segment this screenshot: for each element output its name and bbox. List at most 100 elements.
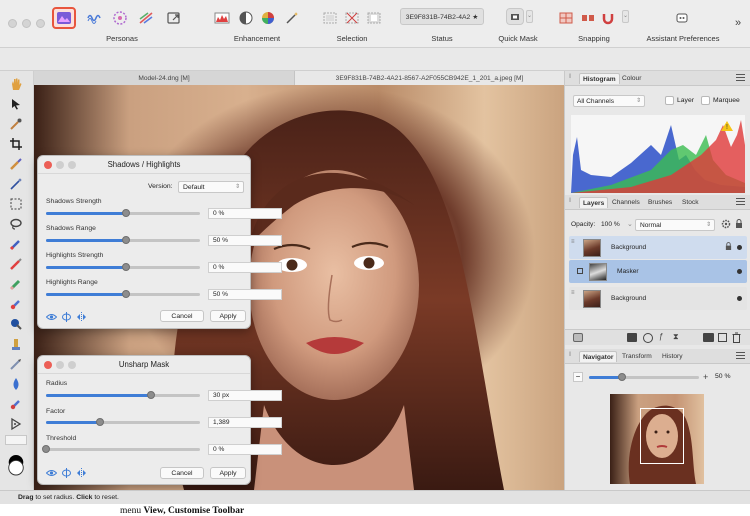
move-tool[interactable]	[6, 95, 26, 113]
mirror-preview-icon[interactable]	[76, 312, 87, 322]
pen-tool[interactable]	[6, 415, 26, 433]
panel-menu-icon[interactable]	[736, 352, 745, 359]
panel-grip-icon[interactable]: ‖	[569, 352, 571, 358]
slider-knob[interactable]	[122, 290, 131, 298]
quick-mask-button[interactable]	[506, 8, 524, 25]
tone-map-persona-button[interactable]	[136, 8, 156, 28]
layer-row-background-group[interactable]: ≡ Background	[569, 236, 747, 259]
invert-selection-button[interactable]	[364, 8, 384, 28]
tab-navigator[interactable]: Navigator	[579, 351, 618, 362]
highlights-strength-value[interactable]: 0 %	[208, 262, 282, 273]
tab-layers[interactable]: Layers	[579, 197, 609, 208]
split-preview-icon[interactable]	[61, 312, 72, 322]
apply-button[interactable]: Apply	[210, 467, 246, 479]
snap-objects-button[interactable]	[578, 8, 598, 28]
lock-icon[interactable]	[725, 242, 732, 253]
lock-icon[interactable]	[735, 219, 743, 231]
tab-histogram[interactable]: Histogram	[579, 73, 620, 84]
factor-slider[interactable]	[46, 418, 200, 426]
panel-grip-icon[interactable]: ‖	[569, 74, 571, 80]
slider-knob[interactable]	[95, 418, 104, 426]
freehand-selection-tool[interactable]	[6, 215, 26, 233]
dodge-brush-tool[interactable]	[6, 315, 26, 333]
shadows-strength-slider[interactable]	[46, 209, 200, 217]
mirror-preview-icon[interactable]	[76, 468, 87, 478]
snap-guides-button[interactable]	[556, 8, 576, 28]
eye-preview-icon[interactable]	[46, 312, 57, 322]
tab-transform[interactable]: Transform	[619, 351, 655, 362]
marquee-tool[interactable]	[6, 195, 26, 213]
tab-brushes[interactable]: Brushes	[645, 197, 675, 208]
opacity-value[interactable]: 100 %	[601, 221, 620, 228]
visibility-dot[interactable]	[737, 269, 742, 274]
liquify-persona-button[interactable]	[84, 8, 104, 28]
window-close-button[interactable]	[8, 19, 17, 28]
flood-select-tool[interactable]	[6, 175, 26, 193]
marquee-checkbox[interactable]	[701, 96, 710, 105]
assistant-preferences-button[interactable]	[672, 8, 692, 28]
threshold-slider[interactable]	[42, 445, 200, 453]
levels-button[interactable]	[212, 8, 232, 28]
auto-enhance-button[interactable]	[282, 8, 302, 28]
pixel-tool[interactable]	[6, 255, 26, 273]
radius-value[interactable]: 30 px	[208, 390, 282, 401]
group-expand-icon[interactable]: ≡	[571, 239, 575, 245]
opacity-dropdown[interactable]: ⌄	[627, 220, 633, 228]
layer-presets-icon[interactable]	[573, 333, 583, 342]
layer-checkbox[interactable]	[665, 96, 674, 105]
develop-persona-button[interactable]	[110, 8, 130, 28]
selection-brush-tool[interactable]	[6, 155, 26, 173]
tab-channels[interactable]: Channels	[609, 197, 643, 208]
gear-icon[interactable]	[721, 219, 731, 231]
photo-persona-button[interactable]	[52, 7, 76, 29]
apply-button[interactable]: Apply	[210, 310, 246, 322]
panel-grip-icon[interactable]: ‖	[569, 198, 571, 204]
select-all-button[interactable]	[320, 8, 340, 28]
highlights-range-slider[interactable]	[46, 290, 200, 298]
visibility-dot[interactable]	[737, 296, 742, 301]
shadows-strength-value[interactable]: 0 %	[208, 208, 282, 219]
tab-document-active[interactable]: 3E9F831B-74B2-4A21-8567-A2F055CB942E_1_2…	[294, 71, 564, 85]
window-zoom-button[interactable]	[36, 19, 45, 28]
split-preview-icon[interactable]	[61, 468, 72, 478]
panel-menu-icon[interactable]	[736, 74, 745, 81]
group-expand-icon[interactable]: ≡	[571, 290, 575, 296]
version-select[interactable]: Default ⇕	[178, 181, 244, 193]
channels-select[interactable]: All Channels ⇕	[573, 95, 645, 107]
inpainting-brush-tool[interactable]	[6, 335, 26, 353]
add-mask-icon[interactable]	[627, 333, 637, 342]
blur-brush-tool[interactable]	[6, 375, 26, 393]
colour-picker-tool[interactable]	[6, 115, 26, 133]
layer-row-background[interactable]: ≡ Background	[569, 287, 747, 310]
fx-icon[interactable]: ƒ	[659, 332, 663, 341]
slider-knob[interactable]	[42, 445, 50, 453]
zoom-out-button[interactable]: −	[573, 372, 583, 382]
export-persona-button[interactable]	[164, 8, 184, 28]
highlights-strength-slider[interactable]	[46, 263, 200, 271]
slider-knob[interactable]	[122, 263, 131, 271]
tab-document-model[interactable]: Model-24.dng [M]	[34, 71, 294, 85]
slider-knob[interactable]	[146, 391, 155, 399]
dialog-titlebar[interactable]: Unsharp Mask	[38, 356, 250, 374]
factor-value[interactable]: 1,389	[208, 417, 282, 428]
smudge-brush-tool[interactable]	[6, 355, 26, 373]
cancel-button[interactable]: Cancel	[160, 467, 204, 479]
crop-tool[interactable]	[6, 135, 26, 153]
slider-knob[interactable]	[122, 209, 131, 217]
highlights-range-value[interactable]: 50 %	[208, 289, 282, 300]
status-document-selector[interactable]: 3E9F831B-74B2-4A2 ★	[400, 8, 484, 25]
visibility-dot[interactable]	[737, 245, 742, 250]
layer-row-masker[interactable]: Masker	[569, 260, 747, 283]
zoom-value[interactable]: 50 %	[715, 373, 731, 380]
snapping-toggle-button[interactable]	[598, 8, 618, 28]
clone-brush-tool[interactable]	[6, 295, 26, 313]
snapping-dropdown[interactable]: ⌄	[622, 10, 629, 23]
slider-knob[interactable]	[122, 236, 131, 244]
tab-history[interactable]: History	[659, 351, 686, 362]
erase-brush-tool[interactable]	[6, 275, 26, 293]
colour-balance-button[interactable]	[258, 8, 278, 28]
duplicate-layer-icon[interactable]	[718, 333, 727, 342]
deselect-button[interactable]	[342, 8, 362, 28]
paint-brush-tool[interactable]	[6, 235, 26, 253]
colour-swatch-strip[interactable]	[5, 435, 27, 445]
